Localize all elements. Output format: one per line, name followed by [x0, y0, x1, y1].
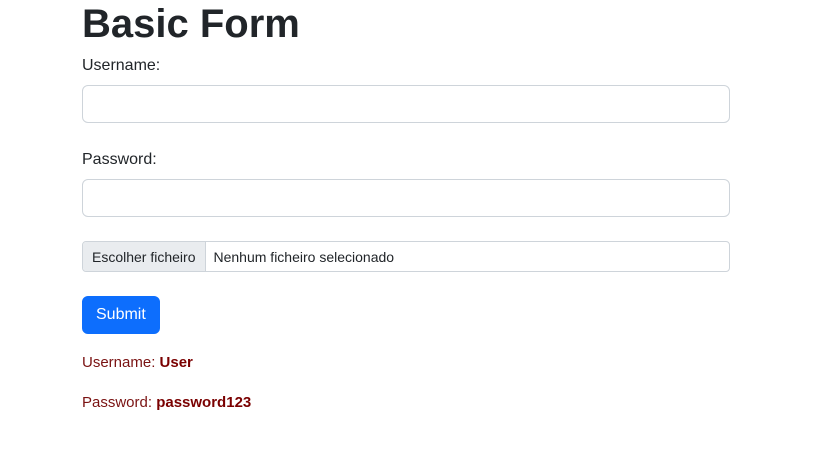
result-username-label: Username:: [82, 354, 156, 371]
page-title: Basic Form: [82, 2, 300, 46]
file-status-text: Nenhum ficheiro selecionado: [213, 248, 395, 265]
password-input[interactable]: [82, 179, 730, 217]
username-input[interactable]: [82, 85, 730, 123]
result-username: Username: User: [82, 353, 193, 373]
submit-button[interactable]: Submit: [82, 296, 160, 334]
choose-file-button[interactable]: Escolher ficheiro: [83, 242, 206, 271]
username-label: Username:: [82, 57, 161, 74]
result-password: Password: password123: [82, 393, 251, 413]
result-password-label: Password:: [82, 394, 153, 411]
result-password-value: password123: [156, 394, 252, 411]
file-input[interactable]: Escolher ficheiro Nenhum ficheiro seleci…: [82, 241, 730, 272]
password-label: Password:: [82, 151, 157, 168]
result-username-value: User: [159, 354, 193, 371]
